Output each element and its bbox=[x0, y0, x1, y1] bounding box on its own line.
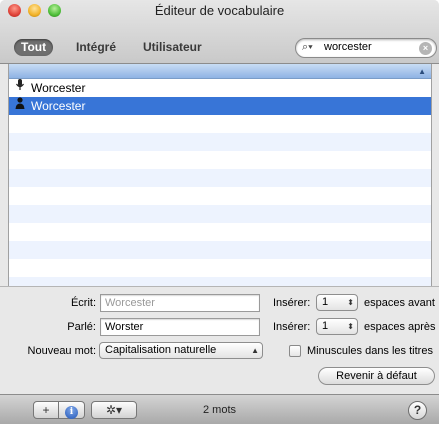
capitalisation-value: Capitalisation naturelle bbox=[105, 344, 217, 356]
espaces-apres-value: 1 bbox=[322, 320, 329, 332]
search-input[interactable] bbox=[324, 41, 419, 53]
empty-row bbox=[9, 277, 431, 286]
bottom-bar: + i ✲▾ 2 mots ? bbox=[0, 394, 439, 424]
inserer-label-avant: Insérer: bbox=[273, 297, 311, 309]
vocabulary-list[interactable]: ▲ Worcester Worcester bbox=[8, 64, 432, 286]
clear-search-icon[interactable]: × bbox=[419, 42, 432, 55]
empty-row bbox=[9, 133, 431, 151]
word-count-label: 2 mots bbox=[202, 404, 236, 416]
scope-utilisateur[interactable]: Utilisateur bbox=[136, 39, 209, 56]
microphone-icon bbox=[15, 79, 27, 97]
word-properties-form: Écrit: Worcester Parlé: Worster Nouveau … bbox=[0, 286, 439, 394]
espaces-avant-label: espaces avant bbox=[364, 297, 435, 309]
revenir-a-defaut-button[interactable]: Revenir à défaut bbox=[318, 367, 435, 385]
espaces-avant-value: 1 bbox=[322, 296, 329, 308]
list-item[interactable]: Worcester bbox=[9, 79, 431, 97]
sort-ascending-icon: ▲ bbox=[418, 67, 426, 76]
empty-row bbox=[9, 169, 431, 187]
espaces-avant-stepper[interactable]: 1 ⬍ bbox=[316, 294, 358, 311]
list-item-selected[interactable]: Worcester bbox=[9, 97, 431, 115]
stepper-arrows-icon: ⬍ bbox=[347, 298, 354, 307]
vocabulary-editor-window: Éditeur de vocabulaire Tout Intégré Util… bbox=[0, 0, 439, 424]
help-button[interactable]: ? bbox=[408, 401, 427, 420]
empty-row bbox=[9, 151, 431, 169]
scope-integre[interactable]: Intégré bbox=[69, 39, 123, 56]
espaces-apres-stepper[interactable]: 1 ⬍ bbox=[316, 318, 358, 335]
scope-tout[interactable]: Tout bbox=[14, 39, 54, 56]
list-item-text: Worcester bbox=[31, 81, 86, 95]
inserer-label-apres: Insérer: bbox=[273, 321, 311, 333]
nouveau-mot-label: Nouveau mot: bbox=[27, 345, 96, 357]
title-bar: Éditeur de vocabulaire Tout Intégré Util… bbox=[0, 0, 439, 64]
window-title: Éditeur de vocabulaire bbox=[154, 3, 285, 18]
list-column-header[interactable]: ▲ bbox=[9, 64, 431, 79]
search-field[interactable]: ⌕▾ × bbox=[295, 38, 437, 58]
scope-bar: Tout Intégré Utilisateur ⌕▾ × bbox=[0, 28, 439, 64]
magnifier-dropdown-icon[interactable]: ⌕▾ bbox=[302, 41, 313, 54]
minuscules-label: Minuscules dans les titres bbox=[307, 345, 433, 357]
list-item-text: Worcester bbox=[31, 99, 86, 113]
popup-arrows-icon: ▲ bbox=[251, 346, 259, 355]
minuscules-checkbox[interactable] bbox=[289, 345, 301, 357]
parle-field[interactable]: Worster bbox=[100, 318, 260, 336]
list-rows: Worcester Worcester bbox=[9, 79, 431, 286]
espaces-apres-label: espaces après bbox=[364, 321, 436, 333]
ecrit-label: Écrit: bbox=[70, 297, 96, 309]
empty-row bbox=[9, 259, 431, 277]
empty-row bbox=[9, 115, 431, 133]
empty-row bbox=[9, 187, 431, 205]
empty-row bbox=[9, 223, 431, 241]
stepper-arrows-icon: ⬍ bbox=[347, 322, 354, 331]
ecrit-field[interactable]: Worcester bbox=[100, 294, 260, 312]
capitalisation-popup[interactable]: Capitalisation naturelle ▲ bbox=[99, 342, 263, 359]
user-icon bbox=[15, 97, 27, 115]
empty-row bbox=[9, 241, 431, 259]
parle-label: Parlé: bbox=[67, 321, 96, 333]
empty-row bbox=[9, 205, 431, 223]
